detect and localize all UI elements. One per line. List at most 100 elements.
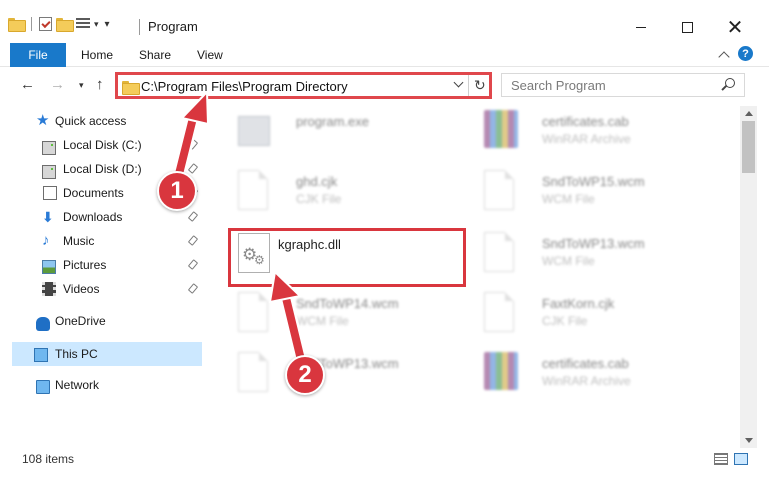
sidebar-item-pictures[interactable]: Pictures <box>0 253 202 277</box>
tab-file[interactable]: File <box>10 43 66 67</box>
ribbon-tabs: File Home Share View ? <box>0 43 769 67</box>
quick-access-toolbar: ▾ ▾ <box>8 14 110 34</box>
sidebar-item-videos[interactable]: Videos <box>0 277 202 301</box>
refresh-icon[interactable]: ↻ <box>474 77 486 94</box>
toolbar-separator <box>31 17 32 31</box>
pin-icon[interactable] <box>187 235 199 246</box>
file-name: ghd.cjk <box>296 174 338 189</box>
file-icon <box>238 170 268 210</box>
winrar-icon <box>484 352 518 390</box>
address-path[interactable]: C:\Program Files\Program Directory <box>141 79 348 94</box>
back-arrow-icon[interactable]: ← <box>20 76 35 93</box>
properties-icon[interactable] <box>39 17 52 31</box>
file-item[interactable]: certificates.cab WinRAR Archive <box>474 348 714 406</box>
sidebar-item-local-disk-c[interactable]: Local Disk (C:) <box>0 133 202 157</box>
scroll-up-icon[interactable] <box>745 111 753 116</box>
file-type: CJK File <box>542 314 588 328</box>
sidebar-item-this-pc[interactable]: This PC <box>12 342 202 366</box>
title-separator <box>139 19 140 35</box>
sidebar-item-music[interactable]: ♪ Music <box>0 229 202 253</box>
file-list: program.exe certificates.cab WinRAR Arch… <box>210 106 740 448</box>
item-count: 108 items <box>22 452 75 466</box>
star-icon: ★ <box>36 112 50 129</box>
new-folder-icon[interactable] <box>56 18 74 32</box>
status-bar: 108 items <box>0 448 769 472</box>
file-item[interactable]: certificates.cab WinRAR Archive <box>474 106 714 164</box>
drive-icon <box>42 165 56 179</box>
file-name: program.exe <box>296 114 369 129</box>
chevron-down-icon[interactable] <box>453 77 464 88</box>
file-item[interactable]: program.exe <box>228 106 468 164</box>
file-icon <box>238 292 268 332</box>
up-arrow-icon[interactable]: ↑ <box>96 76 104 93</box>
pin-icon[interactable] <box>187 163 199 174</box>
file-type: WCM File <box>296 314 349 328</box>
sidebar-item-label: Music <box>63 234 95 248</box>
highlight-box <box>228 228 466 287</box>
tab-share[interactable]: Share <box>139 43 171 67</box>
file-item[interactable]: FaxtKorn.cjk CJK File <box>474 288 714 346</box>
address-bar[interactable]: C:\Program Files\Program Directory ↻ <box>115 72 492 99</box>
sidebar-item-onedrive[interactable]: OneDrive <box>0 309 202 333</box>
vertical-scrollbar[interactable] <box>740 106 757 448</box>
step-2-badge: 2 <box>285 355 325 395</box>
search-input[interactable]: Search Program <box>501 73 745 97</box>
scroll-thumb[interactable] <box>742 121 755 173</box>
pin-icon[interactable] <box>187 139 199 150</box>
pictures-icon <box>42 260 56 274</box>
minimize-button[interactable] <box>618 12 664 42</box>
file-type: CJK File <box>296 192 342 206</box>
view-options-icon[interactable] <box>76 18 90 30</box>
pin-icon[interactable] <box>187 211 199 222</box>
search-icon[interactable] <box>725 78 735 88</box>
sidebar-item-label: Documents <box>63 186 124 200</box>
pin-icon[interactable] <box>187 259 199 270</box>
chevron-down-icon[interactable]: ▾ <box>94 19 99 30</box>
sidebar-item-quick-access[interactable]: ★ Quick access <box>0 109 202 133</box>
file-item[interactable]: SndToWP14.wcm WCM File <box>228 288 468 346</box>
maximize-button[interactable] <box>664 12 710 42</box>
pin-icon[interactable] <box>187 283 199 294</box>
large-icons-view-icon[interactable] <box>734 453 748 465</box>
sidebar-item-label: Network <box>55 378 100 392</box>
address-divider <box>468 75 469 96</box>
file-item[interactable]: SndToWP13.wcm <box>228 348 468 406</box>
music-icon: ♪ <box>42 232 50 249</box>
file-icon <box>484 292 514 332</box>
sidebar-item-label: Downloads <box>63 210 123 224</box>
file-item[interactable]: SndToWP13.wcm WCM File <box>474 228 714 286</box>
file-name: SndToWP15.wcm <box>542 174 645 189</box>
window-title: Program <box>148 19 198 34</box>
file-icon <box>484 170 514 210</box>
cloud-icon <box>36 317 50 331</box>
network-icon <box>36 380 50 394</box>
file-type: WCM File <box>542 192 595 206</box>
close-button[interactable]: ✕ <box>712 12 758 42</box>
winrar-icon <box>484 110 518 148</box>
tab-home[interactable]: Home <box>81 43 113 67</box>
file-item[interactable]: SndToWP15.wcm WCM File <box>474 166 714 224</box>
computer-icon <box>34 348 48 362</box>
sidebar-item-label: This PC <box>55 347 98 361</box>
tab-view[interactable]: View <box>197 43 223 67</box>
scroll-down-icon[interactable] <box>745 438 753 443</box>
documents-icon <box>43 186 57 200</box>
file-type: WinRAR Archive <box>542 132 631 146</box>
file-type: WCM File <box>542 254 595 268</box>
sidebar-item-label: Local Disk (C:) <box>63 138 142 152</box>
sidebar-item-label: Local Disk (D:) <box>63 162 142 176</box>
sidebar-item-network[interactable]: Network <box>0 373 202 397</box>
forward-arrow-icon[interactable]: → <box>50 76 65 93</box>
search-placeholder: Search Program <box>511 78 606 93</box>
file-name: certificates.cab <box>542 114 629 129</box>
file-item[interactable]: ghd.cjk CJK File <box>228 166 468 224</box>
help-icon[interactable]: ? <box>738 46 753 61</box>
videos-icon <box>42 282 56 296</box>
step-1-badge: 1 <box>157 171 197 211</box>
expand-ribbon-icon[interactable] <box>718 51 730 63</box>
customize-toolbar-icon[interactable]: ▾ <box>105 19 110 30</box>
details-view-icon[interactable] <box>714 453 728 465</box>
sidebar-item-label: Quick access <box>55 114 127 128</box>
recent-locations-icon[interactable]: ▾ <box>79 80 84 91</box>
file-name: FaxtKorn.cjk <box>542 296 615 311</box>
